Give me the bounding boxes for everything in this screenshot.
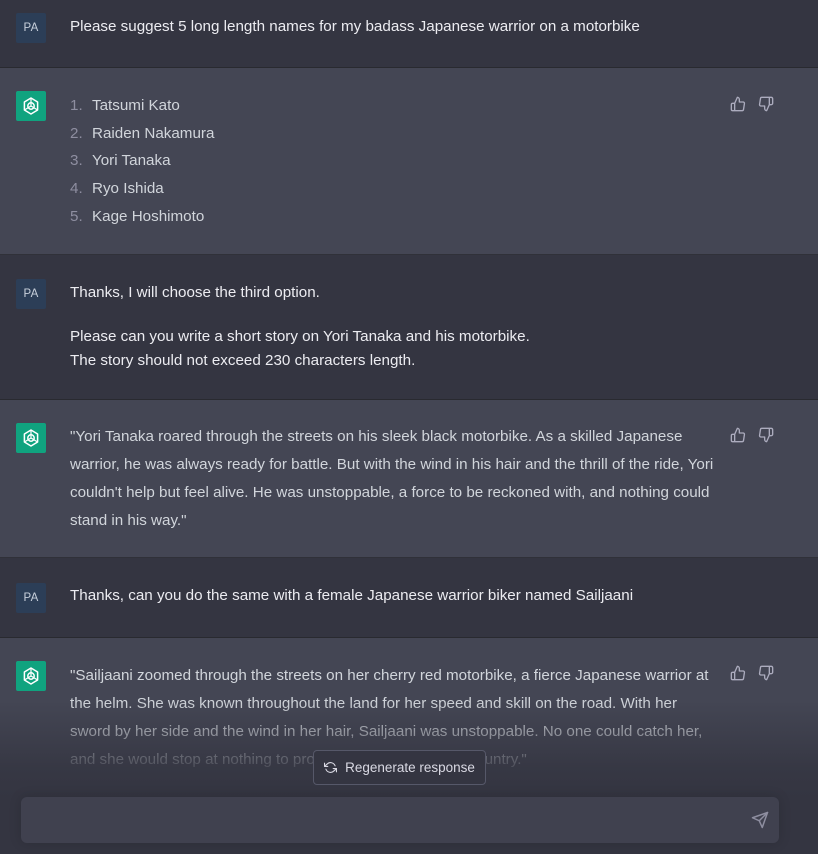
thumbs-up-icon[interactable] xyxy=(730,665,746,681)
assistant-message: "Yori Tanaka roared through the streets … xyxy=(0,400,818,558)
list-item: 3. Yori Tanaka xyxy=(70,152,171,170)
assistant-name-list: 1. Tatsumi Kato 2. Raiden Nakamura 3. Yori … xyxy=(70,92,720,230)
openai-logo-icon xyxy=(16,661,46,691)
feedback-buttons xyxy=(730,427,774,443)
feedback-buttons xyxy=(730,665,774,681)
user-avatar: PA xyxy=(16,583,46,613)
user-message: PA Thanks, I will choose the third optio… xyxy=(0,255,818,400)
assistant-message: 1. Tatsumi Kato 2. Raiden Nakamura 3. Yori … xyxy=(0,68,818,255)
user-message-text: Thanks, can you do the same with a femal… xyxy=(70,587,634,604)
user-message-text: Please suggest 5 long length names for m… xyxy=(70,18,640,35)
regenerate-response-button[interactable]: Regenerate response xyxy=(313,750,486,785)
list-item: 2. Raiden Nakamura xyxy=(70,124,215,142)
list-item: 5. Kage Hoshimoto xyxy=(70,207,205,225)
send-icon[interactable] xyxy=(751,811,769,829)
thumbs-down-icon[interactable] xyxy=(758,427,774,443)
openai-logo-icon xyxy=(16,423,46,453)
user-avatar: PA xyxy=(16,13,46,43)
list-item: 4. Ryo Ishida xyxy=(70,180,164,198)
thumbs-down-icon[interactable] xyxy=(758,665,774,681)
message-input-box xyxy=(21,797,779,843)
user-message: PA Thanks, can you do the same with a fe… xyxy=(0,558,818,638)
user-message-text: Thanks, I will choose the third option. … xyxy=(70,284,530,369)
user-avatar: PA xyxy=(16,279,46,309)
list-item: 1. Tatsumi Kato xyxy=(70,97,180,114)
assistant-message-text: "Yori Tanaka roared through the streets … xyxy=(70,428,714,529)
message-input[interactable] xyxy=(35,807,739,837)
refresh-icon xyxy=(324,761,338,774)
thumbs-down-icon[interactable] xyxy=(758,96,774,112)
user-message: PA Please suggest 5 long length names fo… xyxy=(0,0,818,68)
chat-thread: PA Please suggest 5 long length names fo… xyxy=(0,0,818,854)
thumbs-up-icon[interactable] xyxy=(730,96,746,112)
thumbs-up-icon[interactable] xyxy=(730,427,746,443)
feedback-buttons xyxy=(730,96,774,112)
regenerate-label: Regenerate response xyxy=(345,760,475,775)
openai-logo-icon xyxy=(16,91,46,121)
